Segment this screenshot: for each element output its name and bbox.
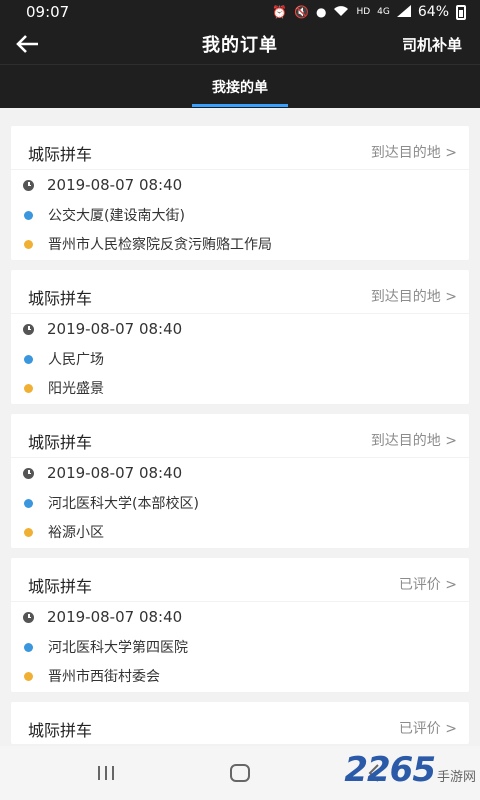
watermark: 2265 手游网 — [344, 750, 476, 790]
order-time-row: 2019-08-07 08:40 — [23, 464, 182, 482]
order-origin: 公交大厦(建设南大街) — [48, 208, 185, 224]
tab-active-indicator — [192, 104, 288, 107]
title-bar: 我的订单 司机补单 — [0, 24, 480, 64]
order-from-row: 河北医科大学(本部校区) — [23, 493, 199, 513]
order-status-link[interactable]: 已评价 > — [399, 718, 457, 738]
driver-supplement-order-button[interactable]: 司机补单 — [402, 34, 462, 55]
location-icon: ● — [315, 5, 327, 19]
order-status-link[interactable]: 到达目的地 > — [371, 286, 457, 306]
order-destination: 阳光盛景 — [48, 381, 104, 397]
order-card[interactable]: 城际拼车 已评价 > — [11, 702, 469, 744]
order-card[interactable]: 城际拼车 到达目的地 > 2019-08-07 08:40 人民广场 阳光盛景 — [11, 270, 469, 404]
order-from-row: 公交大厦(建设南大街) — [23, 205, 185, 225]
divider — [11, 169, 469, 170]
alarm-icon: ⏰ — [272, 5, 288, 19]
order-status-link[interactable]: 到达目的地 > — [371, 142, 457, 162]
clock-icon — [23, 179, 34, 191]
system-nav-bar: 2265 手游网 — [0, 746, 480, 800]
origin-dot-icon — [24, 642, 33, 652]
clock-icon — [23, 323, 34, 335]
recent-apps-icon — [98, 766, 114, 780]
battery-icon — [456, 4, 466, 20]
order-status-link[interactable]: 到达目的地 > — [371, 430, 457, 450]
order-time: 2019-08-07 08:40 — [47, 464, 183, 482]
wifi-icon — [333, 5, 349, 19]
order-origin: 河北医科大学第四医院 — [48, 640, 188, 656]
destination-dot-icon — [24, 527, 33, 537]
divider — [11, 601, 469, 602]
order-card[interactable]: 城际拼车 到达目的地 > 2019-08-07 08:40 公交大厦(建设南大街… — [11, 126, 469, 260]
order-destination: 晋州市西街村委会 — [48, 669, 160, 685]
order-type: 城际拼车 — [28, 577, 93, 596]
watermark-text: 手游网 — [436, 770, 476, 785]
mute-icon: 🔇 — [294, 5, 309, 19]
order-time-row: 2019-08-07 08:40 — [23, 608, 182, 626]
order-to-row: 晋州市西街村委会 — [23, 666, 160, 686]
origin-dot-icon — [24, 498, 33, 508]
order-from-row: 人民广场 — [23, 349, 104, 369]
status-bar: 09:07 ⏰ 🔇 ● HD 4G 64% — [0, 0, 480, 24]
order-to-row: 裕源小区 — [23, 522, 104, 542]
order-origin: 河北医科大学(本部校区) — [48, 496, 199, 512]
order-time-row: 2019-08-07 08:40 — [23, 176, 182, 194]
order-type: 城际拼车 — [28, 721, 93, 740]
destination-dot-icon — [24, 239, 33, 249]
signal-text: 4G — [377, 7, 390, 17]
divider — [11, 313, 469, 314]
watermark-logo: 2265 — [344, 750, 436, 790]
order-destination: 晋州市人民检察院反贪污贿赂工作局 — [48, 237, 272, 253]
order-time: 2019-08-07 08:40 — [47, 320, 183, 338]
order-time-row: 2019-08-07 08:40 — [23, 320, 182, 338]
status-time: 09:07 — [26, 3, 70, 21]
destination-dot-icon — [24, 671, 33, 681]
order-time: 2019-08-07 08:40 — [47, 608, 183, 626]
order-from-row: 河北医科大学第四医院 — [23, 637, 188, 657]
origin-dot-icon — [24, 354, 33, 364]
order-card[interactable]: 城际拼车 已评价 > 2019-08-07 08:40 河北医科大学第四医院 晋… — [11, 558, 469, 692]
clock-icon — [23, 611, 34, 623]
network-type: HD — [356, 7, 371, 17]
home-icon — [230, 764, 250, 782]
tab-bar: 我接的单 — [0, 64, 480, 108]
order-to-row: 晋州市人民检察院反贪污贿赂工作局 — [23, 234, 272, 254]
clock-icon — [23, 467, 34, 479]
signal-icon — [396, 5, 411, 19]
order-card[interactable]: 城际拼车 到达目的地 > 2019-08-07 08:40 河北医科大学(本部校… — [11, 414, 469, 548]
order-time: 2019-08-07 08:40 — [47, 176, 183, 194]
order-type: 城际拼车 — [28, 289, 93, 308]
order-status-link[interactable]: 已评价 > — [399, 574, 457, 594]
order-destination: 裕源小区 — [48, 525, 104, 541]
tab-my-accepted-orders[interactable]: 我接的单 — [192, 65, 288, 109]
order-to-row: 阳光盛景 — [23, 378, 104, 398]
order-origin: 人民广场 — [48, 352, 104, 368]
order-type: 城际拼车 — [28, 433, 93, 452]
order-list: 城际拼车 到达目的地 > 2019-08-07 08:40 公交大厦(建设南大街… — [11, 126, 469, 754]
recent-apps-button[interactable] — [86, 760, 126, 786]
status-icons: ⏰ 🔇 ● HD 4G 64% — [272, 4, 466, 20]
home-button[interactable] — [220, 760, 260, 786]
divider — [11, 457, 469, 458]
origin-dot-icon — [24, 210, 33, 220]
order-type: 城际拼车 — [28, 145, 93, 164]
destination-dot-icon — [24, 383, 33, 393]
battery-percent: 64% — [417, 4, 449, 20]
